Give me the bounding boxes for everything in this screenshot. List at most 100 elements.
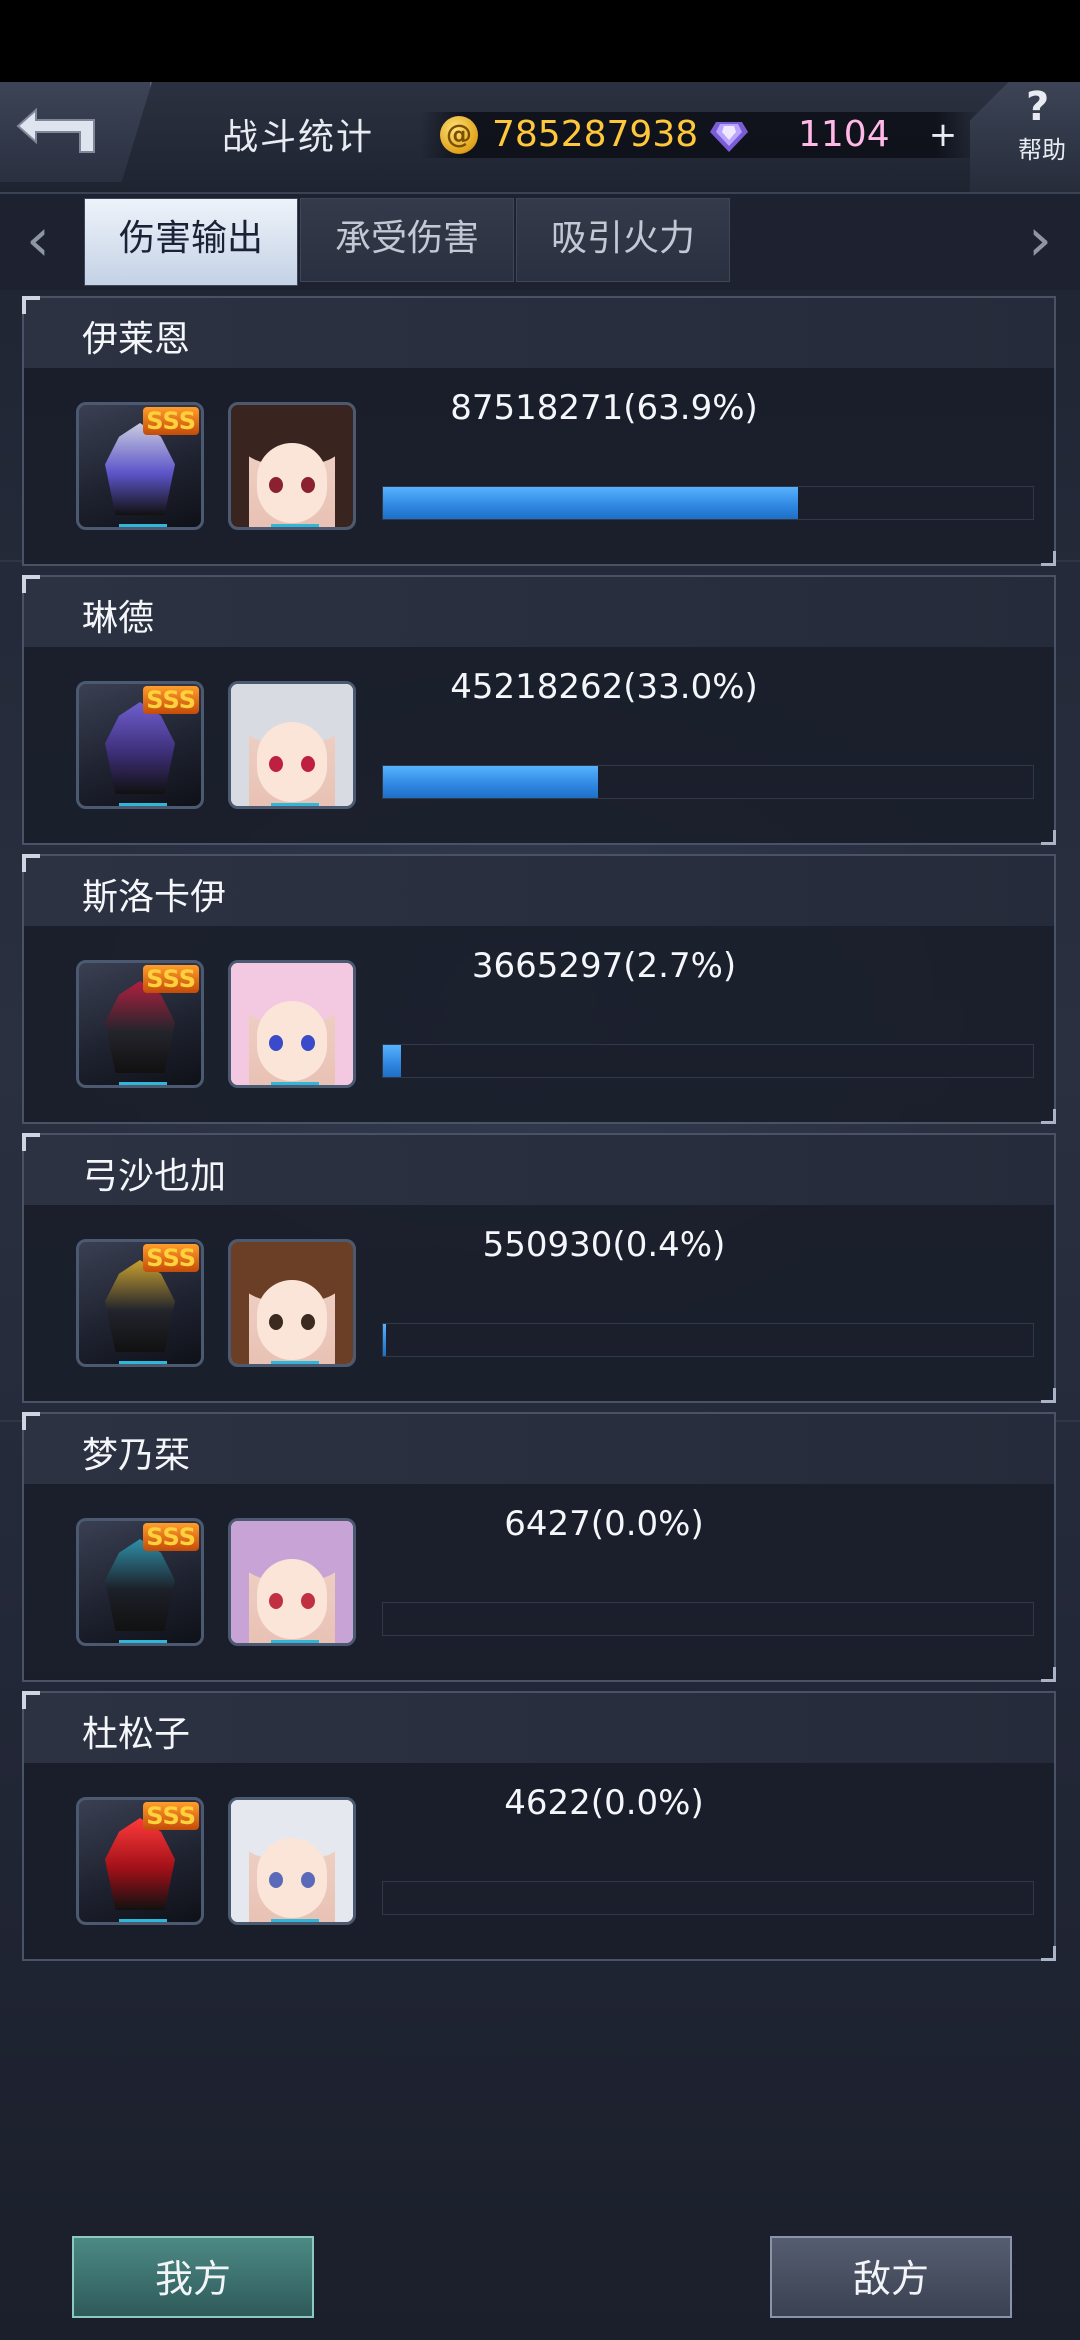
- help-label: 帮助: [1018, 136, 1066, 164]
- damage-bar-track: [382, 1881, 1034, 1915]
- rank-badge: SSS: [143, 965, 199, 993]
- unit-card-header: 弓沙也加: [22, 1133, 1056, 1205]
- pilot-hair-side: [231, 963, 249, 1085]
- tab-draw-fire[interactable]: 吸引火力: [516, 198, 730, 282]
- pilot-name: 杜松子: [82, 1714, 191, 1755]
- damage-bar-track: [382, 1323, 1034, 1357]
- unit-card: 杜松子 SSS 4622(0.0%): [22, 1691, 1056, 1961]
- pilot-eye: [269, 756, 283, 772]
- damage-bar-track: [382, 486, 1034, 520]
- pilot-face: [257, 1280, 327, 1360]
- mech-icon: [105, 423, 175, 515]
- top-header: 战斗统计 @ 785287938 1104 +: [0, 82, 1080, 194]
- mech-avatar[interactable]: SSS: [76, 1797, 204, 1925]
- unit-card-body: SSS 550930(0.4%): [22, 1205, 1056, 1403]
- damage-bar-track: [382, 765, 1034, 799]
- back-arrow-icon: [16, 107, 95, 153]
- pilot-name: 琳德: [82, 598, 155, 639]
- rank-badge: SSS: [143, 1523, 199, 1551]
- damage-value: 6427(0.0%): [504, 1504, 704, 1544]
- unit-card-header: 梦乃栞: [22, 1412, 1056, 1484]
- damage-bar-fill: [383, 1045, 401, 1077]
- pilot-eye: [269, 1872, 283, 1888]
- pilot-eye: [269, 1593, 283, 1609]
- pilot-eye: [301, 756, 315, 772]
- mech-icon: [105, 1818, 175, 1910]
- tab-damage-taken[interactable]: 承受伤害: [300, 198, 514, 282]
- pilot-name: 弓沙也加: [82, 1156, 227, 1197]
- mech-avatar[interactable]: SSS: [76, 681, 204, 809]
- pilot-face: [257, 1838, 327, 1918]
- mech-avatar[interactable]: SSS: [76, 960, 204, 1088]
- unit-card-body: SSS 45218262(33.0%): [22, 647, 1056, 845]
- pilot-eye: [301, 1872, 315, 1888]
- unit-card-header: 琳德: [22, 575, 1056, 647]
- mech-avatar[interactable]: SSS: [76, 402, 204, 530]
- unit-card: 梦乃栞 SSS 6427(0.0%): [22, 1412, 1056, 1682]
- unit-card-body: SSS 6427(0.0%): [22, 1484, 1056, 1682]
- mech-avatar[interactable]: SSS: [76, 1239, 204, 1367]
- damage-value: 4622(0.0%): [504, 1783, 704, 1823]
- unit-card: 琳德 SSS 45218262(33.0%): [22, 575, 1056, 845]
- next-arrow-icon[interactable]: ›: [1020, 208, 1060, 278]
- unit-card-header: 伊莱恩: [22, 296, 1056, 368]
- pilot-eye: [301, 1035, 315, 1051]
- pilot-name: 伊莱恩: [82, 319, 191, 360]
- pilot-name: 斯洛卡伊: [82, 877, 227, 918]
- mech-icon: [105, 981, 175, 1073]
- page-title: 战斗统计: [222, 117, 375, 158]
- stat-tabbar: ‹ 伤害输出 承受伤害 吸引火力 ›: [0, 194, 1080, 290]
- pilot-eye: [301, 477, 315, 493]
- pilot-face: [257, 1001, 327, 1081]
- unit-card: 伊莱恩 SSS 87518271(63.9%): [22, 296, 1056, 566]
- mech-icon: [105, 1539, 175, 1631]
- damage-bar-track: [382, 1602, 1034, 1636]
- pilot-eye: [269, 477, 283, 493]
- pilot-hair-side: [231, 684, 249, 806]
- pilot-hair-side: [231, 1521, 249, 1643]
- pilot-face: [257, 722, 327, 802]
- unit-card-header: 杜松子: [22, 1691, 1056, 1763]
- unit-card: 斯洛卡伊 SSS 3665297(2.7%): [22, 854, 1056, 1124]
- unit-card-body: SSS 3665297(2.7%): [22, 926, 1056, 1124]
- damage-bar-fill: [383, 487, 799, 519]
- pilot-name: 梦乃栞: [82, 1435, 191, 1476]
- tab-damage-output[interactable]: 伤害输出: [84, 198, 298, 286]
- damage-bar-track: [382, 1044, 1034, 1078]
- pilot-eye: [269, 1035, 283, 1051]
- question-icon: ?: [1026, 84, 1050, 130]
- unit-card-body: SSS 4622(0.0%): [22, 1763, 1056, 1961]
- back-button[interactable]: [0, 82, 152, 182]
- damage-value: 45218262(33.0%): [450, 667, 758, 707]
- pilot-eye: [269, 1314, 283, 1330]
- diamond-icon: [710, 122, 748, 152]
- prev-arrow-icon[interactable]: ‹: [18, 208, 58, 278]
- damage-value: 3665297(2.7%): [471, 946, 737, 986]
- unit-card: 弓沙也加 SSS 550930(0.4%): [22, 1133, 1056, 1403]
- gold-amount: 785287938: [492, 114, 699, 155]
- rank-badge: SSS: [143, 407, 199, 435]
- unit-card-header: 斯洛卡伊: [22, 854, 1056, 926]
- damage-value: 550930(0.4%): [482, 1225, 726, 1265]
- enemy-side-button[interactable]: 敌方: [770, 2236, 1012, 2318]
- pilot-hair-side: [231, 405, 249, 527]
- pilot-hair-side: [231, 1242, 249, 1364]
- rank-badge: SSS: [143, 1244, 199, 1272]
- pilot-face: [257, 443, 327, 523]
- mech-avatar[interactable]: SSS: [76, 1518, 204, 1646]
- mech-icon: [105, 702, 175, 794]
- damage-value: 87518271(63.9%): [450, 388, 758, 428]
- diamond-amount: 1104: [798, 114, 890, 155]
- gold-coin-icon: @: [440, 116, 478, 154]
- pilot-eye: [301, 1314, 315, 1330]
- status-bar: [0, 0, 1080, 82]
- mech-icon: [105, 1260, 175, 1352]
- damage-bar-fill: [383, 1324, 386, 1356]
- unit-card-body: SSS 87518271(63.9%): [22, 368, 1056, 566]
- damage-bar-fill: [383, 766, 598, 798]
- rank-badge: SSS: [143, 686, 199, 714]
- pilot-eye: [301, 1593, 315, 1609]
- pilot-face: [257, 1559, 327, 1639]
- add-diamond-button[interactable]: +: [924, 118, 962, 152]
- our-side-button[interactable]: 我方: [72, 2236, 314, 2318]
